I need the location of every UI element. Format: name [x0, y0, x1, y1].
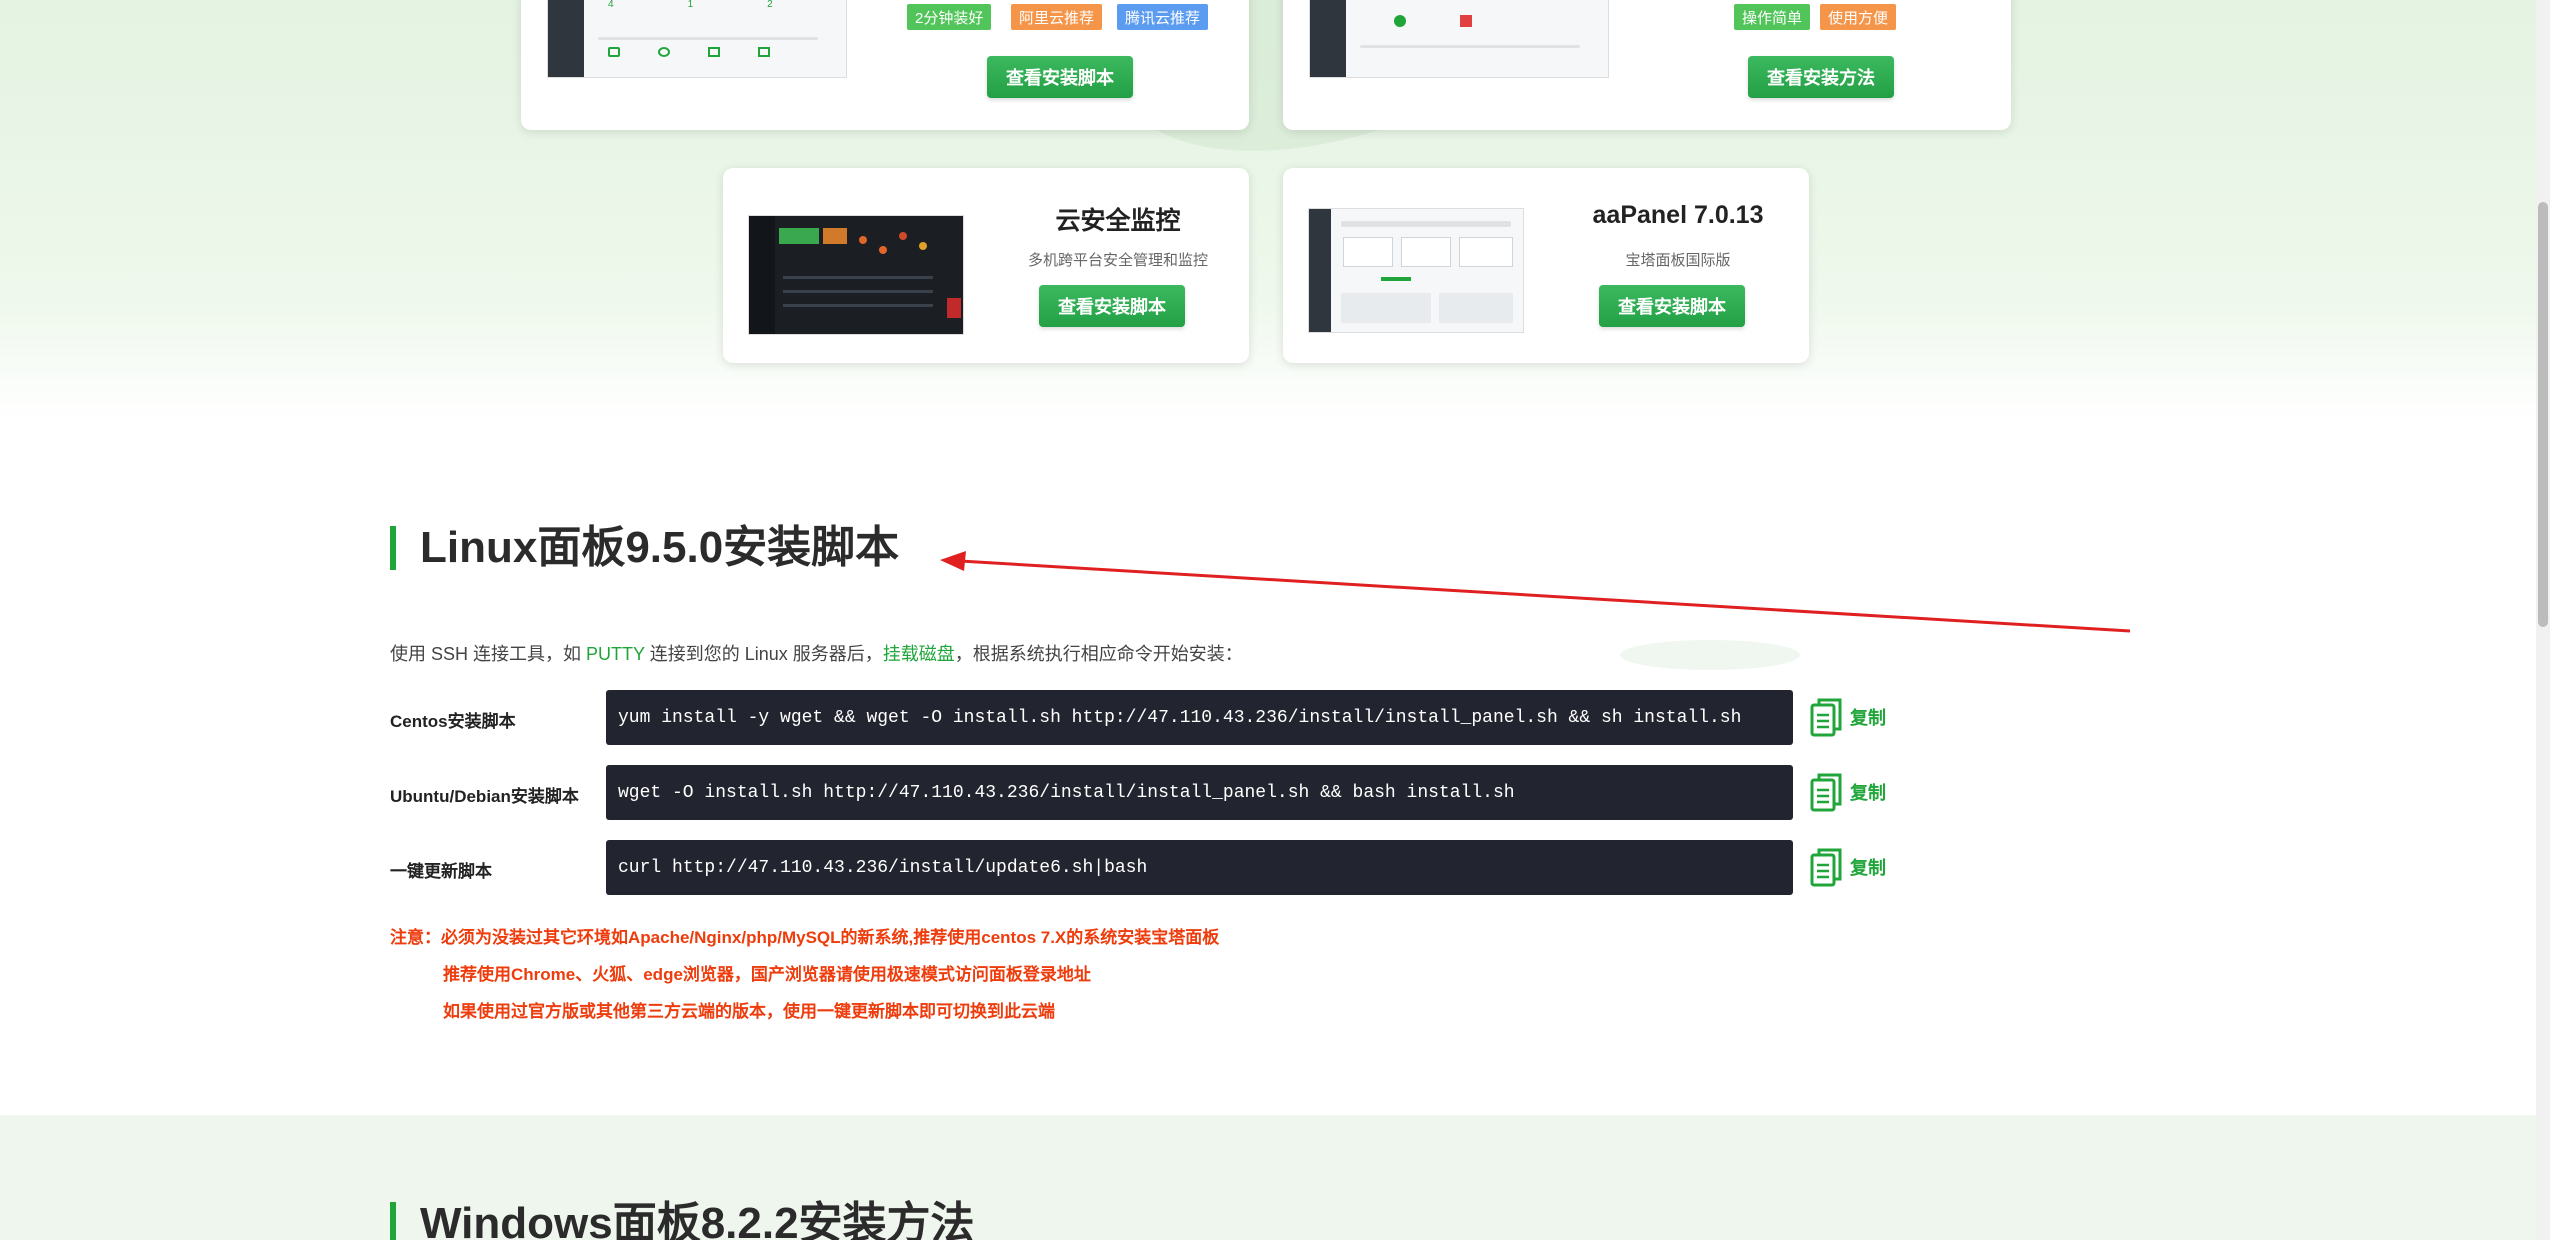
- copy-icon: [1810, 698, 1842, 737]
- mount-disk-link[interactable]: 挂载磁盘: [883, 644, 955, 664]
- card-screenshot: 4 1 2 4: [547, 0, 847, 78]
- tag-easy-operation: 操作简单: [1734, 4, 1811, 30]
- card-screenshot: [748, 215, 964, 335]
- product-card-cloud-security: 云安全监控 多机跨平台安全管理和监控 查看安装脚本: [723, 168, 1249, 363]
- install-note: 推荐使用Chrome、火狐、edge浏览器，国产浏览器请使用极速模式访问面板登录…: [443, 965, 1091, 984]
- card-title: aaPanel 7.0.13: [1592, 201, 1764, 229]
- intro-text: 使用 SSH 连接工具，如: [390, 644, 587, 664]
- install-note: 如果使用过官方版或其他第三方云端的版本，使用一键更新脚本即可切换到此云端: [443, 1002, 1055, 1021]
- command-ubuntu[interactable]: wget -O install.sh http://47.110.43.236/…: [606, 765, 1793, 820]
- card-title: 云安全监控: [1055, 207, 1181, 235]
- copy-label: 复制: [1850, 783, 1886, 803]
- script-label-update: 一键更新脚本: [390, 862, 492, 881]
- intro-text: 连接到您的 Linux 服务器后，: [644, 644, 883, 664]
- script-label-centos: Centos安装脚本: [390, 712, 516, 731]
- card-subtitle: 多机跨平台安全管理和监控: [1027, 252, 1208, 269]
- section-title-linux: Linux面板9.5.0安装脚本: [390, 524, 899, 572]
- windows-section: Windows面板8.2.2安装方法: [0, 1115, 2536, 1240]
- background-decoration: [1620, 640, 1800, 670]
- command-centos[interactable]: yum install -y wget && wget -O install.s…: [606, 690, 1793, 745]
- product-card-windows: 操作简单 使用方便 查看安装方法: [1283, 0, 2011, 130]
- tag-aliyun: 阿里云推荐: [1011, 4, 1103, 30]
- stat-number: 4: [608, 0, 614, 10]
- annotation-arrow: [940, 551, 2131, 633]
- scrollbar-thumb[interactable]: [2538, 202, 2548, 627]
- view-install-script-button[interactable]: 查看安装脚本: [987, 56, 1133, 98]
- copy-button[interactable]: 复制: [1810, 772, 1886, 812]
- copy-label: 复制: [1850, 708, 1886, 728]
- copy-icon: [1810, 848, 1842, 887]
- install-intro: 使用 SSH 连接工具，如 PUTTY 连接到您的 Linux 服务器后，挂载磁…: [390, 640, 1243, 666]
- stat-number: 1: [687, 0, 694, 10]
- tag-easy-use: 使用方便: [1820, 4, 1897, 30]
- intro-text: ，根据系统执行相应命令开始安装：: [954, 644, 1243, 664]
- copy-label: 复制: [1850, 858, 1886, 878]
- product-card-linux: 4 1 2 4 2分钟装好 阿里云推荐 腾讯云推荐 查看安装脚本: [521, 0, 1249, 130]
- script-label-ubuntu: Ubuntu/Debian安装脚本: [390, 787, 579, 806]
- view-install-script-button[interactable]: 查看安装脚本: [1599, 285, 1745, 327]
- section-title-windows: Windows面板8.2.2安装方法: [390, 1200, 975, 1240]
- tag-fast-install: 2分钟装好: [907, 4, 992, 30]
- card-screenshot: [1309, 0, 1609, 78]
- tag-tencent: 腾讯云推荐: [1117, 4, 1209, 30]
- install-note: 注意：必须为没装过其它环境如Apache/Nginx/php/MySQL的新系统…: [390, 928, 1220, 947]
- product-card-aapanel: aaPanel 7.0.13 宝塔面板国际版 查看安装脚本: [1283, 168, 1809, 363]
- card-subtitle: 宝塔面板国际版: [1625, 252, 1731, 269]
- stat-number: 2: [767, 0, 773, 10]
- copy-icon: [1810, 773, 1842, 812]
- view-install-script-button[interactable]: 查看安装脚本: [1039, 285, 1185, 327]
- copy-button[interactable]: 复制: [1810, 847, 1886, 887]
- view-install-method-button[interactable]: 查看安装方法: [1748, 56, 1894, 98]
- command-update[interactable]: curl http://47.110.43.236/install/update…: [606, 840, 1793, 895]
- card-screenshot: [1308, 208, 1524, 333]
- copy-button[interactable]: 复制: [1810, 697, 1886, 737]
- putty-link[interactable]: PUTTY: [586, 644, 645, 664]
- page-scrollbar[interactable]: [2536, 0, 2550, 1240]
